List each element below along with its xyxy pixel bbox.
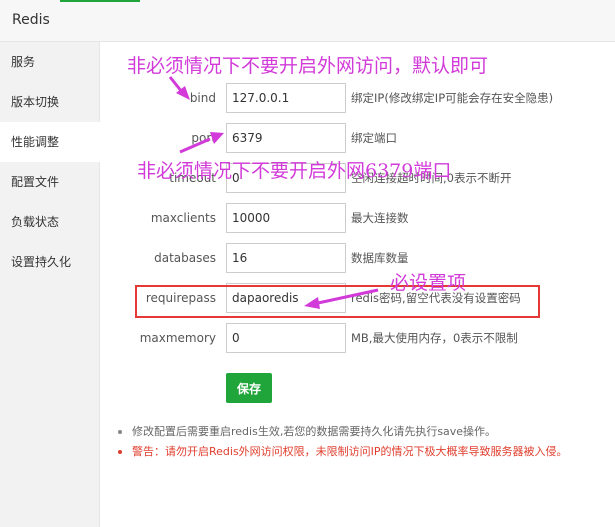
requirepass-highlight-box [135,285,540,318]
sidebar-item-persistence[interactable]: 设置持久化 [0,242,99,282]
help-notes: 修改配置后需要重启redis生效,若您的数据需要持久化请先执行save操作。 警… [116,422,615,462]
note-warning-text: 警告：请勿开启Redis外网访问权限，未限制访问IP的情况下极大概率导致服务器被… [132,445,568,458]
bullet-icon [118,430,122,434]
sidebar-item-version-switch[interactable]: 版本切换 [0,82,99,122]
annotation-note-port: 非必须情况下不要开启外网6379端口 [137,160,452,182]
sidebar-item-load-status[interactable]: 负载状态 [0,202,99,242]
annotation-note-external-access: 非必须情况下不要开启外网访问，默认即可 [127,55,489,77]
maxclients-input[interactable] [226,203,346,233]
port-description: 绑定端口 [351,131,397,145]
bind-description: 绑定IP(修改绑定IP可能会存在安全隐患) [351,91,554,105]
form-row-bind: bind 绑定IP(修改绑定IP可能会存在安全隐患) [100,83,615,113]
sidebar-item-label: 配置文件 [11,175,60,189]
databases-label: databases [154,251,216,265]
maxmemory-description: MB,最大使用内存，0表示不限制 [351,331,518,345]
port-label: port [191,131,216,145]
note-warning: 警告：请勿开启Redis外网访问权限，未限制访问IP的情况下极大概率导致服务器被… [116,442,615,462]
sidebar: 服务 版本切换 性能调整 配置文件 负载状态 设置持久化 [0,42,100,527]
redis-settings-window: Redis 服务 版本切换 性能调整 配置文件 负载状态 设置持久化 bind … [0,0,615,527]
maxclients-label: maxclients [150,211,216,225]
bind-input[interactable] [226,83,346,113]
form-row-maxclients: maxclients 最大连接数 [100,203,615,233]
port-input[interactable] [226,123,346,153]
sidebar-item-label: 负载状态 [11,215,60,229]
sidebar-item-service[interactable]: 服务 [0,42,99,82]
databases-input[interactable] [226,243,346,273]
maxmemory-label: maxmemory [139,331,216,345]
sidebar-item-config-file[interactable]: 配置文件 [0,162,99,202]
note-restart: 修改配置后需要重启redis生效,若您的数据需要持久化请先执行save操作。 [116,422,615,442]
sidebar-item-label: 性能调整 [11,135,60,149]
window-title: Redis [12,12,50,28]
annotation-note-required: 必设置项 [390,272,467,294]
maxclients-description: 最大连接数 [351,211,409,225]
bullet-icon [118,450,122,454]
titlebar-accent-line [60,0,140,2]
maxmemory-input[interactable] [226,323,346,353]
form-row-maxmemory: maxmemory MB,最大使用内存，0表示不限制 [100,323,615,353]
save-button[interactable]: 保存 [226,373,272,403]
form-row-port: port 绑定端口 [100,123,615,153]
sidebar-item-label: 版本切换 [11,95,60,109]
bind-label: bind [189,91,216,105]
form-row-databases: databases 数据库数量 [100,243,615,273]
note-restart-text: 修改配置后需要重启redis生效,若您的数据需要持久化请先执行save操作。 [132,425,497,438]
sidebar-item-label: 服务 [11,55,36,69]
window-titlebar: Redis [0,0,615,42]
sidebar-item-label: 设置持久化 [11,255,72,269]
sidebar-item-performance-tuning[interactable]: 性能调整 [0,122,100,162]
